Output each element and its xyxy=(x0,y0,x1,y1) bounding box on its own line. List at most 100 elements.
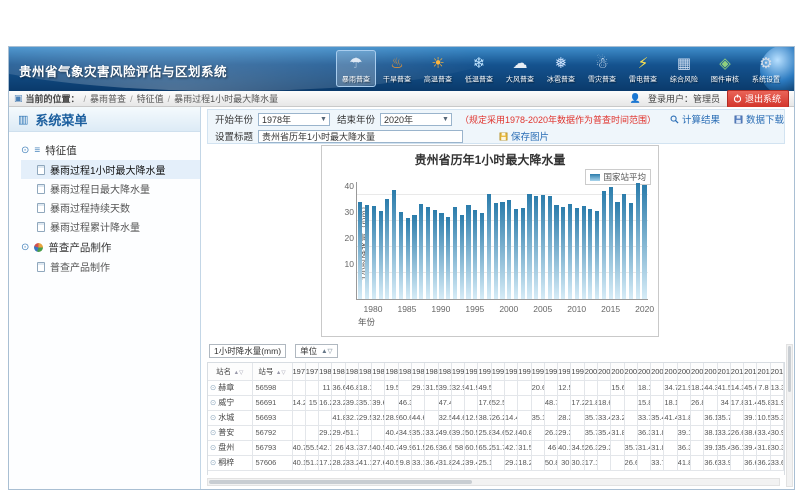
toolbar-item-hail-survey[interactable]: ❅冰雹普查 xyxy=(541,50,581,87)
sort-arrows-icon[interactable]: ▲▽ xyxy=(274,370,285,376)
start-year-select[interactable]: 1978年 ▼ xyxy=(258,113,330,126)
expand-row-icon[interactable]: ⊙ xyxy=(210,383,216,392)
expand-toggle-icon[interactable]: ⊙ xyxy=(21,242,29,253)
year-header-2002[interactable]: 2002 xyxy=(611,363,624,380)
document-icon xyxy=(37,262,45,272)
toolbar-item-system-settings[interactable]: ⚙系统设置 xyxy=(746,50,786,87)
expand-toggle-icon[interactable]: ⊙ xyxy=(21,145,29,156)
year-header-2011[interactable]: 2011 xyxy=(730,363,743,380)
value-cell: 33.2 xyxy=(425,425,438,440)
expand-row-icon[interactable]: ⊙ xyxy=(210,443,216,452)
year-header-1978[interactable]: 1978 xyxy=(292,363,305,380)
toolbar-item-lightning-survey[interactable]: ⚡雷电普查 xyxy=(623,50,663,87)
year-header-2010[interactable]: 2010 xyxy=(717,363,730,380)
year-header-1979[interactable]: 1979 xyxy=(305,363,318,380)
logout-button[interactable]: 退出系统 xyxy=(727,90,789,108)
sidebar-item[interactable]: 普查产品制作 xyxy=(21,257,200,276)
year-header-1983[interactable]: 1983 xyxy=(358,363,371,380)
year-header-1992[interactable]: 1992 xyxy=(478,363,491,380)
year-header-1991[interactable]: 1991 xyxy=(465,363,478,380)
station-name-header[interactable]: 站名 ▲▽ xyxy=(208,363,252,380)
year-header-1990[interactable]: 1990 xyxy=(451,363,464,380)
expand-row-icon[interactable]: ⊙ xyxy=(210,428,216,437)
year-header-2008[interactable]: 2008 xyxy=(690,363,703,380)
data-download-label: 数据下载 xyxy=(746,112,784,126)
end-year-select[interactable]: 2020年 ▼ xyxy=(380,113,452,126)
year-header-1982[interactable]: 1982 xyxy=(345,363,358,380)
year-header-2003[interactable]: 2003 xyxy=(624,363,637,380)
value-cell: 40.1 xyxy=(558,440,571,455)
year-header-1999[interactable]: 1999 xyxy=(571,363,584,380)
end-year-value: 2020年 xyxy=(384,113,413,126)
year-header-1994[interactable]: 1994 xyxy=(505,363,518,380)
sidebar-item[interactable]: 暴雨过程累计降水量 xyxy=(21,217,200,236)
year-header-1996[interactable]: 1996 xyxy=(531,363,544,380)
station-name-cell[interactable]: ⊙桐梓 xyxy=(208,455,252,470)
unit-selector[interactable]: 单位 ▲▽ xyxy=(295,344,337,358)
value-cell xyxy=(292,380,305,395)
toolbar-item-high-temp-survey[interactable]: ☀高温普查 xyxy=(418,50,458,87)
station-name-cell[interactable]: ⊙盘州 xyxy=(208,440,252,455)
year-header-2001[interactable]: 2001 xyxy=(597,363,610,380)
year-header-1984[interactable]: 1984 xyxy=(372,363,385,380)
sort-arrows-icon[interactable]: ▲▽ xyxy=(232,370,243,376)
expand-row-icon[interactable]: ⊙ xyxy=(210,458,216,467)
breadcrumb-item[interactable]: 暴雨普查 xyxy=(90,94,126,104)
calculate-button[interactable]: 计算结果 xyxy=(670,112,720,126)
save-image-button[interactable]: 保存图片 xyxy=(499,129,549,143)
year-header-2013[interactable]: 2013 xyxy=(757,363,770,380)
sidebar-group-1[interactable]: ⊙普查产品制作 xyxy=(21,238,200,257)
expand-row-icon[interactable]: ⊙ xyxy=(210,413,216,422)
sidebar-item[interactable]: 暴雨过程日最大降水量 xyxy=(21,179,200,198)
year-header-2004[interactable]: 2004 xyxy=(637,363,650,380)
year-header-2006[interactable]: 2006 xyxy=(664,363,677,380)
year-header-1998[interactable]: 1998 xyxy=(558,363,571,380)
chart-title-input[interactable]: 贵州省历年1小时最大降水量 xyxy=(258,130,463,143)
year-header-1980[interactable]: 1980 xyxy=(319,363,332,380)
breadcrumb-item[interactable]: 特征值 xyxy=(137,94,164,104)
year-header-2009[interactable]: 2009 xyxy=(704,363,717,380)
year-header-1988[interactable]: 1988 xyxy=(425,363,438,380)
station-name-cell[interactable]: ⊙赫章 xyxy=(208,380,252,395)
metric-selector[interactable]: 1小时降水量(mm) xyxy=(209,344,286,358)
data-download-button[interactable]: 数据下载 xyxy=(734,112,784,126)
table-row: ⊙桐梓5760640.151.317.228.233.241.127.640.5… xyxy=(208,455,784,470)
year-header-1997[interactable]: 1997 xyxy=(544,363,557,380)
year-header-2005[interactable]: 2005 xyxy=(651,363,664,380)
toolbar-item-low-temp-survey[interactable]: ❄低温普查 xyxy=(459,50,499,87)
toolbar-item-drought-survey[interactable]: ♨干旱普查 xyxy=(377,50,417,87)
year-header-2014[interactable]: 2014 xyxy=(770,363,783,380)
sidebar-item[interactable]: 暴雨过程持续天数 xyxy=(21,198,200,217)
vertical-scrollbar[interactable] xyxy=(786,344,793,487)
toolbar-item-composite-risk[interactable]: ▦综合风险 xyxy=(664,50,704,87)
sidebar-item[interactable]: 暴雨过程1小时最大降水量 xyxy=(21,160,200,179)
breadcrumb-item[interactable]: 暴雨过程1小时最大降水量 xyxy=(174,94,278,104)
year-header-1989[interactable]: 1989 xyxy=(438,363,451,380)
year-header-1985[interactable]: 1985 xyxy=(385,363,398,380)
sidebar-group-0[interactable]: ⊙≡特征值 xyxy=(21,141,200,160)
year-header-2012[interactable]: 2012 xyxy=(744,363,757,380)
year-header-2007[interactable]: 2007 xyxy=(677,363,690,380)
toolbar-item-map-audit[interactable]: ◈图件审核 xyxy=(705,50,745,87)
station-name-cell[interactable]: ⊙水城 xyxy=(208,410,252,425)
year-header-1981[interactable]: 1981 xyxy=(332,363,345,380)
value-cell: 18.2 xyxy=(518,455,531,470)
toolbar-item-rainstorm-survey[interactable]: ☂暴雨普查 xyxy=(336,50,376,87)
expand-row-icon[interactable]: ⊙ xyxy=(210,398,216,407)
station-name-cell[interactable]: ⊙普安 xyxy=(208,425,252,440)
year-header-1987[interactable]: 1987 xyxy=(412,363,425,380)
value-cell xyxy=(412,395,425,410)
toolbar-item-snow-survey[interactable]: ☃雪灾普查 xyxy=(582,50,622,87)
year-header-2000[interactable]: 2000 xyxy=(584,363,597,380)
horizontal-scrollbar-thumb[interactable] xyxy=(209,480,472,484)
year-header-1995[interactable]: 1995 xyxy=(518,363,531,380)
vertical-scrollbar-thumb[interactable] xyxy=(788,346,791,392)
year-header-1993[interactable]: 1993 xyxy=(491,363,504,380)
toolbar-item-wind-survey[interactable]: ☁大风普查 xyxy=(500,50,540,87)
value-cell: 26.2 xyxy=(491,410,504,425)
year-header-1986[interactable]: 1986 xyxy=(398,363,411,380)
horizontal-scrollbar[interactable] xyxy=(207,478,780,486)
station-name-cell[interactable]: ⊙威宁 xyxy=(208,395,252,410)
station-id-header[interactable]: 站号 ▲▽ xyxy=(252,363,292,380)
value-cell xyxy=(730,455,743,470)
